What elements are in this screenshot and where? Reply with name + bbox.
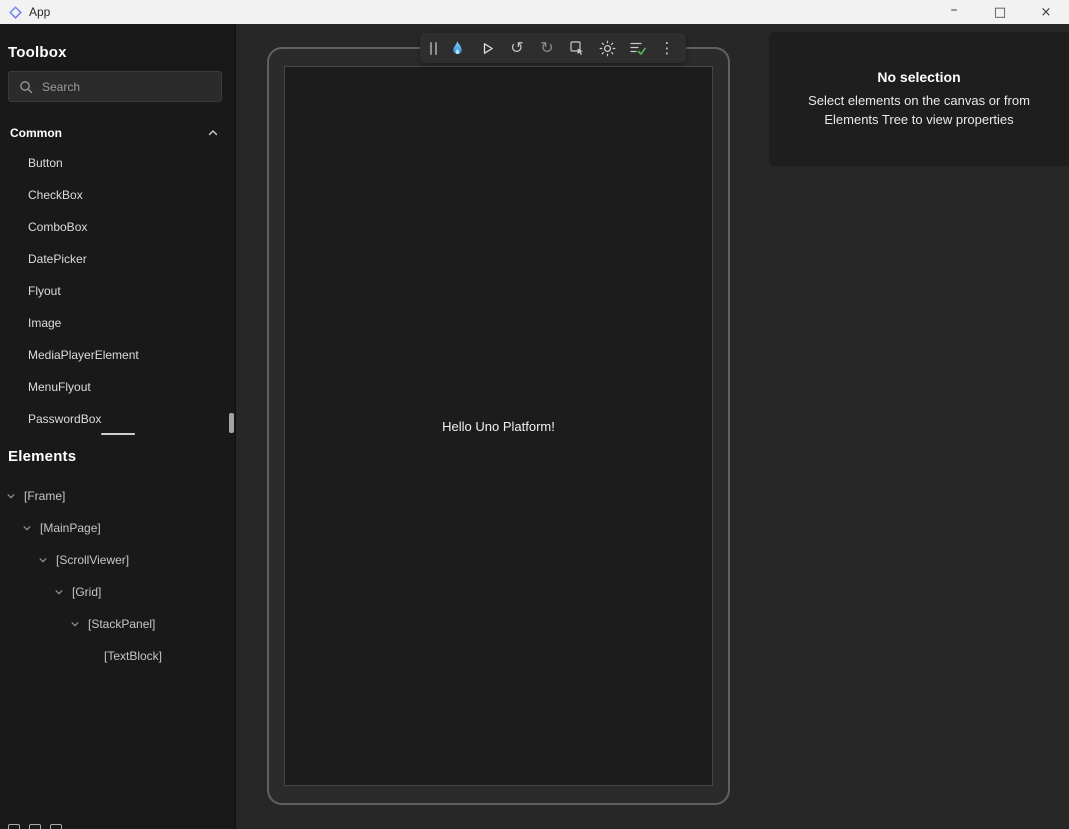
sidebar: Toolbox Common Button CheckBox ComboBox … <box>0 24 236 829</box>
maximize-button[interactable]: □ <box>977 0 1023 24</box>
tree-item-label: [Grid] <box>72 585 101 599</box>
tree-item-textblock[interactable]: [TextBlock] <box>0 640 236 672</box>
toolbox-item-mediaplayerelement[interactable]: MediaPlayerElement <box>0 339 236 371</box>
undo-button[interactable]: ↺ <box>502 33 532 63</box>
no-selection-title: No selection <box>877 69 960 85</box>
tree-item-frame[interactable]: [Frame] <box>0 480 236 512</box>
toolbox-item-button[interactable]: Button <box>0 147 236 179</box>
chevron-down-icon[interactable] <box>70 619 80 629</box>
panel-splitter[interactable] <box>0 431 236 437</box>
hot-design-flame-button[interactable] <box>442 33 472 63</box>
validation-button[interactable] <box>622 33 652 63</box>
panel-icon-clipped[interactable] <box>29 824 41 829</box>
sun-icon <box>599 40 616 57</box>
design-canvas[interactable]: Hello Uno Platform! <box>236 24 1069 829</box>
properties-panel: No selection Select elements on the canv… <box>769 32 1069 166</box>
clipped-bottom-panel-icons[interactable] <box>8 824 128 829</box>
chevron-down-icon[interactable] <box>22 523 32 533</box>
minimize-button[interactable]: – <box>931 0 977 24</box>
toolbox-scrollbar-thumb[interactable] <box>229 413 234 433</box>
chevron-down-icon[interactable] <box>38 555 48 565</box>
app-window: App – □ × Toolbox Common Butt <box>0 0 1069 829</box>
panel-icon-clipped[interactable] <box>50 824 62 829</box>
search-input[interactable] <box>42 80 211 94</box>
toolbar-grip-handle[interactable] <box>424 33 442 63</box>
device-frame: Hello Uno Platform! <box>267 47 730 805</box>
toolbox-list: Button CheckBox ComboBox DatePicker Flyo… <box>0 147 236 435</box>
toolbox-item-menuflyout[interactable]: MenuFlyout <box>0 371 236 403</box>
close-button[interactable]: × <box>1023 0 1069 24</box>
tree-item-grid[interactable]: [Grid] <box>0 576 236 608</box>
window-title: App <box>29 5 50 19</box>
toolbox-search[interactable] <box>8 71 222 102</box>
play-icon <box>480 41 495 56</box>
undo-icon: ↺ <box>510 40 523 56</box>
app-logo-icon <box>9 6 22 19</box>
titlebar: App – □ × <box>0 0 1069 24</box>
redo-button[interactable]: ↻ <box>532 33 562 63</box>
chevron-down-icon[interactable] <box>54 587 64 597</box>
kebab-menu-icon: ⋮ <box>660 41 675 56</box>
search-icon <box>19 80 33 94</box>
toolbox-item-checkbox[interactable]: CheckBox <box>0 179 236 211</box>
flame-icon <box>450 40 465 57</box>
tree-item-scrollviewer[interactable]: [ScrollViewer] <box>0 544 236 576</box>
no-selection-message: Select elements on the canvas or from El… <box>783 91 1055 130</box>
chevron-down-icon[interactable] <box>6 491 16 501</box>
more-options-button[interactable]: ⋮ <box>652 33 682 63</box>
tree-item-label: [TextBlock] <box>104 649 162 663</box>
toolbox-panel-title: Toolbox <box>8 44 67 61</box>
tree-item-label: [StackPanel] <box>88 617 155 631</box>
play-button[interactable] <box>472 33 502 63</box>
checklist-check-icon <box>629 40 646 56</box>
device-screen[interactable]: Hello Uno Platform! <box>284 66 713 786</box>
toolbox-item-image[interactable]: Image <box>0 307 236 339</box>
toolbox-section-common[interactable]: Common <box>0 118 236 147</box>
toolbox-item-flyout[interactable]: Flyout <box>0 275 236 307</box>
chevron-up-icon <box>207 127 219 139</box>
element-picker-icon <box>569 40 585 56</box>
tree-item-label: [Frame] <box>24 489 65 503</box>
elements-panel-title: Elements <box>8 448 76 465</box>
tree-item-stackpanel[interactable]: [StackPanel] <box>0 608 236 640</box>
elements-tree: [Frame] [MainPage] [ScrollViewer] [Grid]… <box>0 480 236 672</box>
tree-item-label: [ScrollViewer] <box>56 553 129 567</box>
panel-icon-clipped[interactable] <box>8 824 20 829</box>
section-label: Common <box>10 126 62 140</box>
tree-item-mainpage[interactable]: [MainPage] <box>0 512 236 544</box>
hello-textblock[interactable]: Hello Uno Platform! <box>442 419 555 434</box>
toolbox-item-datepicker[interactable]: DatePicker <box>0 243 236 275</box>
splitter-grip-icon <box>101 433 135 435</box>
tree-item-label: [MainPage] <box>40 521 101 535</box>
redo-icon: ↻ <box>540 40 553 56</box>
toolbox-item-combobox[interactable]: ComboBox <box>0 211 236 243</box>
designer-toolbar: ↺ ↻ <box>420 33 686 63</box>
theme-toggle-button[interactable] <box>592 33 622 63</box>
element-picker-button[interactable] <box>562 33 592 63</box>
